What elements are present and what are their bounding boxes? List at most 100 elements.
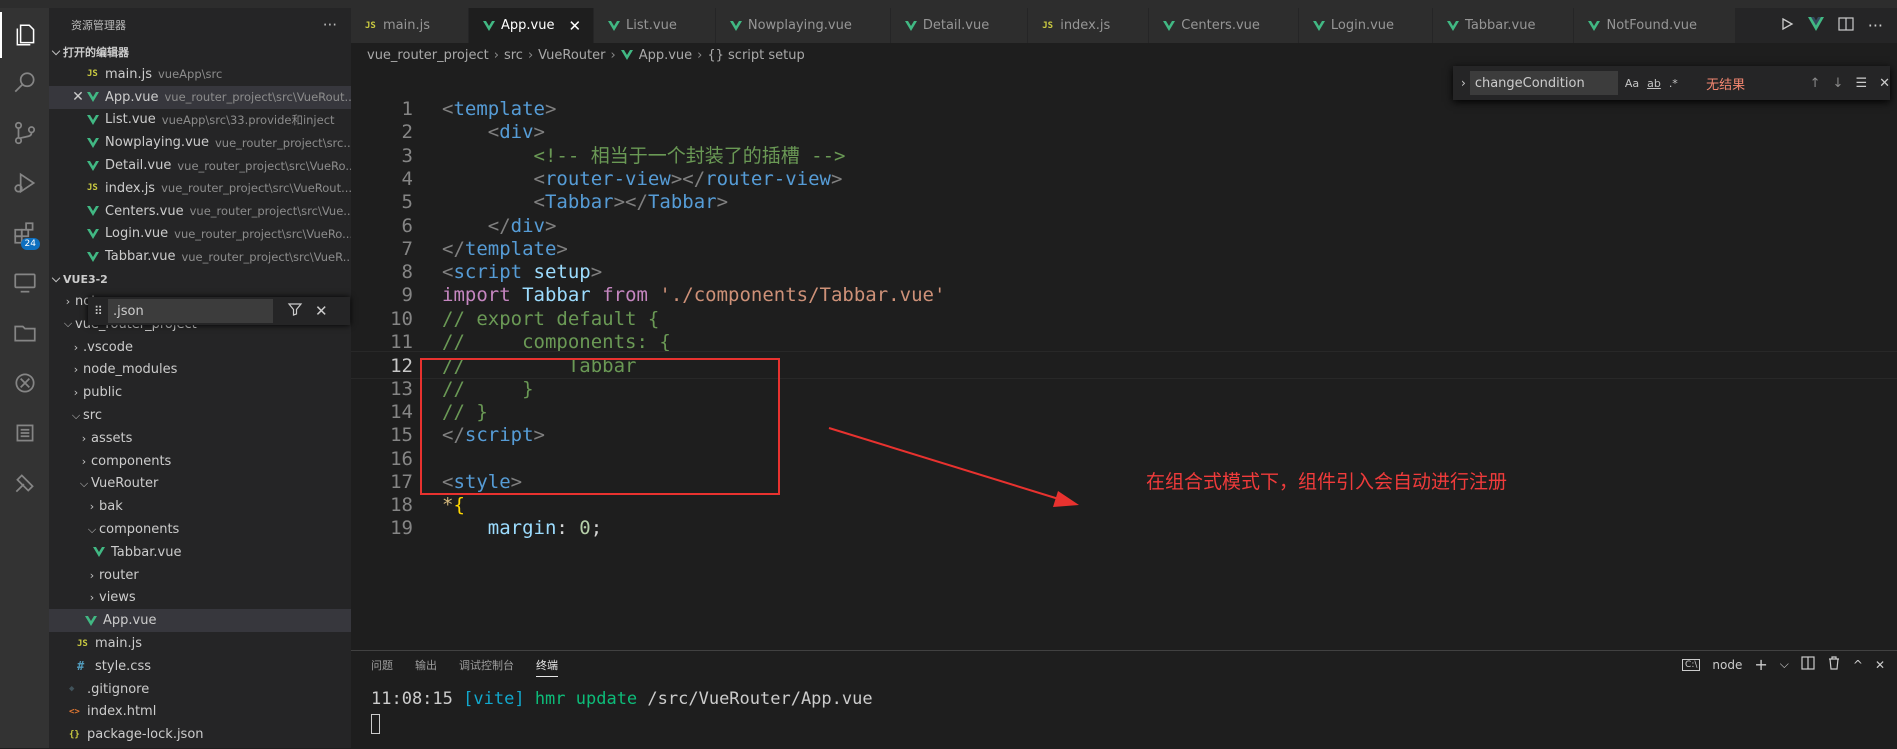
open-editor-item[interactable]: Login.vue vue_router_project\src\VueRo... bbox=[49, 223, 351, 246]
tab-app-vue[interactable]: App.vue ✕ bbox=[469, 8, 595, 43]
folder-icon[interactable] bbox=[0, 310, 49, 356]
panel-tab[interactable]: 调试控制台 bbox=[459, 657, 514, 677]
tab-list-vue[interactable]: List.vue bbox=[594, 8, 716, 43]
tree-item[interactable]: <> index.html bbox=[49, 701, 351, 724]
breadcrumb-item[interactable]: App.vue bbox=[639, 48, 692, 63]
terminal-output[interactable]: 11:08:15 [vite] hmr update /src/VueRoute… bbox=[371, 689, 873, 709]
breadcrumb-item[interactable]: VueRouter bbox=[538, 48, 605, 63]
code-token: margin bbox=[487, 517, 557, 540]
open-editor-item[interactable]: JS index.js vue_router_project\src\VueRout… bbox=[49, 177, 351, 200]
tree-item[interactable]: › bak bbox=[49, 495, 351, 518]
vue-file-icon bbox=[904, 20, 923, 31]
breadcrumb-item[interactable]: vue_router_project bbox=[367, 48, 489, 63]
toggle-replace-icon[interactable]: › bbox=[1461, 76, 1466, 90]
open-editor-item[interactable]: JS main.js vueApp\src bbox=[49, 63, 351, 86]
explorer-icon[interactable] bbox=[0, 12, 49, 58]
tree-item[interactable]: Tabbar.vue bbox=[49, 541, 351, 564]
close-icon[interactable]: ✕ bbox=[315, 302, 328, 320]
code-token: < bbox=[533, 191, 545, 214]
tab-tabbar-vue[interactable]: Tabbar.vue bbox=[1433, 8, 1575, 43]
tab-nowplaying-vue[interactable]: Nowplaying.vue bbox=[715, 8, 891, 43]
tree-item[interactable]: › .vscode bbox=[49, 336, 351, 359]
open-editors-section[interactable]: ⌵ 打开的编辑器 bbox=[49, 41, 351, 63]
next-match-icon[interactable]: ↓ bbox=[1833, 76, 1844, 91]
tree-item[interactable]: › router bbox=[49, 564, 351, 587]
annotation-text: 在组合式模式下，组件引入会自动进行注册 bbox=[1146, 471, 1508, 493]
chatgpt-icon[interactable] bbox=[0, 360, 49, 406]
close-icon[interactable]: ✕ bbox=[568, 17, 581, 35]
previous-match-icon[interactable]: ↑ bbox=[1810, 76, 1821, 91]
breadcrumb-item[interactable]: src bbox=[504, 48, 523, 63]
testing-icon[interactable] bbox=[0, 460, 49, 506]
tree-item[interactable]: App.vue bbox=[49, 609, 351, 633]
filter-input[interactable]: .json bbox=[108, 299, 273, 323]
open-editor-item[interactable]: ✕ App.vue vue_router_project\src\VueRout..… bbox=[49, 85, 351, 109]
panel-tab[interactable]: 输出 bbox=[415, 657, 437, 677]
tab-index-js[interactable]: JS index.js bbox=[1028, 8, 1150, 43]
tree-item[interactable]: › node_modules bbox=[49, 359, 351, 382]
more-actions-icon[interactable]: ··· bbox=[1868, 16, 1883, 35]
remote-explorer-icon[interactable] bbox=[0, 260, 49, 306]
open-editor-item[interactable]: Centers.vue vue_router_project\src\Vue... bbox=[49, 200, 351, 223]
run-debug-icon[interactable] bbox=[0, 160, 49, 206]
open-editor-item[interactable]: Tabbar.vue vue_router_project\src\VueR... bbox=[49, 245, 351, 268]
split-editor-icon[interactable] bbox=[1838, 16, 1854, 35]
tree-item[interactable]: # style.css bbox=[49, 655, 351, 678]
code-token: div bbox=[499, 121, 534, 144]
vue-file-icon bbox=[608, 20, 626, 31]
tree-item[interactable]: {} package-lock.json bbox=[49, 723, 351, 746]
tree-item[interactable]: › public bbox=[49, 381, 351, 404]
tab-main-js[interactable]: JS main.js bbox=[351, 8, 469, 43]
close-icon[interactable]: ✕ bbox=[1875, 658, 1885, 672]
maximize-panel-icon[interactable]: ^ bbox=[1853, 658, 1863, 672]
tree-item[interactable]: ⌵ VueRouter bbox=[49, 473, 351, 496]
tree-item[interactable]: › components bbox=[49, 450, 351, 473]
find-in-selection-icon[interactable]: ☰ bbox=[1855, 76, 1867, 91]
match-case-button[interactable]: Aa bbox=[1625, 77, 1639, 90]
outline-icon[interactable] bbox=[0, 410, 49, 456]
open-editor-name: index.js bbox=[105, 180, 156, 196]
find-input[interactable]: changeCondition Aa ab .* bbox=[1469, 71, 1678, 95]
split-terminal-icon[interactable] bbox=[1801, 656, 1815, 673]
extensions-icon[interactable]: 24 bbox=[0, 210, 49, 256]
panel-tab[interactable]: 终端 bbox=[536, 657, 558, 677]
chevron-down-icon[interactable]: ⌵ bbox=[1780, 657, 1789, 672]
tree-item[interactable]: ⌵ components bbox=[49, 518, 351, 541]
chevron-down-icon: ⌵ bbox=[63, 317, 73, 331]
tree-item[interactable]: ⌵ src bbox=[49, 404, 351, 427]
regex-button[interactable]: .* bbox=[1669, 77, 1678, 90]
tree-item[interactable]: ◆ .gitignore bbox=[49, 678, 351, 701]
tab-detail-vue[interactable]: Detail.vue bbox=[890, 8, 1029, 43]
filter-icon[interactable] bbox=[287, 301, 303, 321]
source-control-icon[interactable] bbox=[0, 110, 49, 156]
close-icon[interactable]: ✕ bbox=[69, 89, 87, 105]
open-editor-path: vueApp\src bbox=[158, 67, 223, 82]
panel-tabs: 问题 输出 调试控制台 终端 bbox=[371, 657, 558, 677]
vue-devtools-icon[interactable] bbox=[1807, 16, 1824, 35]
breadcrumb-item[interactable]: {} script setup bbox=[707, 48, 804, 63]
open-editor-item[interactable]: List.vue vueApp\src\33.provide和inject bbox=[49, 109, 351, 132]
tab-centers-vue[interactable]: Centers.vue bbox=[1149, 8, 1299, 43]
close-icon[interactable]: ✕ bbox=[1879, 76, 1890, 91]
tab-notfound-vue[interactable]: NotFound.vue bbox=[1574, 8, 1737, 43]
tree-item-label: assets bbox=[91, 430, 133, 446]
tab-login-vue[interactable]: Login.vue bbox=[1298, 8, 1434, 43]
match-word-button[interactable]: ab bbox=[1647, 77, 1661, 90]
more-actions-icon[interactable]: ··· bbox=[323, 16, 337, 34]
new-terminal-icon[interactable]: + bbox=[1754, 655, 1767, 674]
open-editor-item[interactable]: Detail.vue vue_router_project\src\VueRo..… bbox=[49, 154, 351, 177]
shell-name[interactable]: node bbox=[1712, 658, 1742, 672]
chevron-right-icon: › bbox=[527, 47, 534, 63]
tree-item-label: router bbox=[99, 567, 139, 583]
workspace-section[interactable]: ⌵ VUE3-2 bbox=[49, 268, 351, 290]
drag-handle-icon[interactable]: ⠿ bbox=[94, 304, 103, 318]
tree-item[interactable]: JS main.js bbox=[49, 632, 351, 655]
open-editor-item[interactable]: Nowplaying.vue vue_router_project\src... bbox=[49, 131, 351, 154]
trash-icon[interactable] bbox=[1827, 656, 1841, 673]
search-icon[interactable] bbox=[0, 60, 49, 106]
panel-tab[interactable]: 问题 bbox=[371, 657, 393, 677]
vue-file-icon bbox=[85, 615, 103, 626]
tree-item[interactable]: › assets bbox=[49, 427, 351, 450]
run-icon[interactable] bbox=[1780, 16, 1794, 35]
tree-item[interactable]: › views bbox=[49, 587, 351, 610]
